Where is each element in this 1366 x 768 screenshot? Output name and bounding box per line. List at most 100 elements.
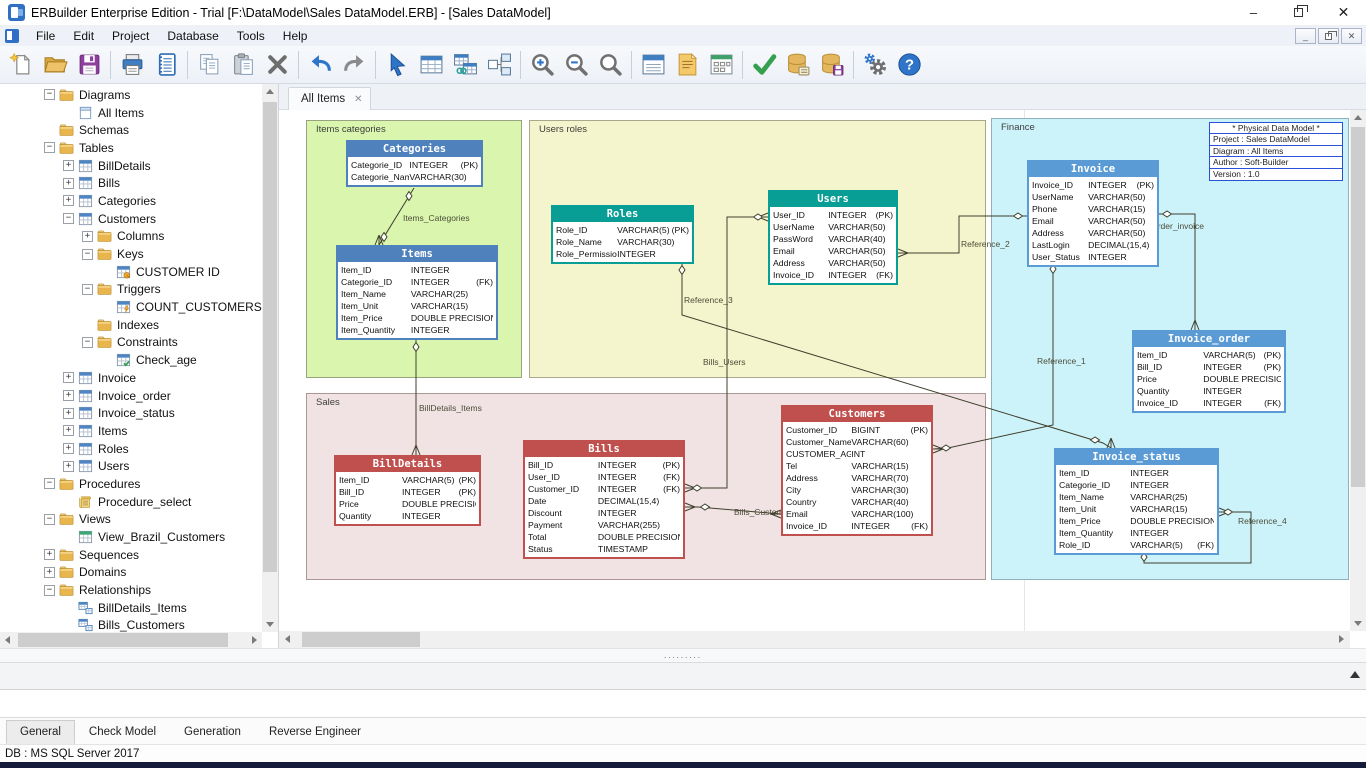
mdi-restore-button[interactable] bbox=[1318, 28, 1339, 44]
collapse-icon[interactable]: − bbox=[44, 142, 55, 153]
mdi-minimize-button[interactable]: _ bbox=[1295, 28, 1316, 44]
tree-item-billdetails[interactable]: +BillDetails bbox=[0, 157, 262, 175]
tree-item-invoice-order[interactable]: +Invoice_order bbox=[0, 387, 262, 405]
tree-item-all-items[interactable]: All Items bbox=[0, 104, 262, 122]
tree-item-triggers[interactable]: −Triggers bbox=[0, 281, 262, 299]
mdi-close-button[interactable]: ✕ bbox=[1341, 28, 1362, 44]
open-project-button[interactable] bbox=[38, 48, 72, 82]
properties-panel-button[interactable] bbox=[636, 48, 670, 82]
entity-roles[interactable]: RolesRole_IDVARCHAR(5)(PK)Role_NameVARCH… bbox=[551, 205, 694, 264]
entity-bills[interactable]: BillsBill_IDINTEGER(PK)User_IDINTEGER(FK… bbox=[523, 440, 685, 559]
tree-item-sequences[interactable]: +Sequences bbox=[0, 546, 262, 564]
copy-button[interactable] bbox=[192, 48, 226, 82]
minimize-button[interactable]: – bbox=[1231, 0, 1276, 25]
report-button[interactable] bbox=[149, 48, 183, 82]
collapse-icon[interactable]: − bbox=[44, 89, 55, 100]
zoom-in-button[interactable] bbox=[525, 48, 559, 82]
tree-item-keys[interactable]: −Keys bbox=[0, 245, 262, 263]
connection-bills-users[interactable] bbox=[685, 217, 768, 488]
tab-close-icon[interactable]: ✕ bbox=[354, 94, 362, 105]
connection-reference-1[interactable] bbox=[933, 260, 1053, 449]
tree-item-invoice-status[interactable]: +Invoice_status bbox=[0, 404, 262, 422]
tree-item-procedure-select[interactable]: Procedure_select bbox=[0, 493, 262, 511]
tree-item-diagrams[interactable]: −Diagrams bbox=[0, 86, 262, 104]
redo-button[interactable] bbox=[337, 48, 371, 82]
collapse-icon[interactable]: − bbox=[82, 337, 93, 348]
tree-vertical-scrollbar[interactable] bbox=[262, 84, 278, 632]
collapse-icon[interactable]: − bbox=[44, 585, 55, 596]
tree-item-billdetails-items[interactable]: BillDetails_Items bbox=[0, 599, 262, 617]
collapse-icon[interactable]: − bbox=[82, 249, 93, 260]
tree-item-domains[interactable]: +Domains bbox=[0, 564, 262, 582]
collapse-icon[interactable]: − bbox=[44, 478, 55, 489]
tree-horizontal-scrollbar[interactable] bbox=[0, 632, 262, 648]
entity-items[interactable]: ItemsItem_IDINTEGERCategorie_IDINTEGER(F… bbox=[336, 245, 498, 340]
tab-reverse-engineer[interactable]: Reverse Engineer bbox=[255, 720, 375, 744]
print-button[interactable] bbox=[115, 48, 149, 82]
save-database-button[interactable] bbox=[815, 48, 849, 82]
expand-icon[interactable]: + bbox=[63, 461, 74, 472]
save-button[interactable] bbox=[72, 48, 106, 82]
expand-panel-button[interactable] bbox=[1350, 671, 1360, 678]
expand-icon[interactable]: + bbox=[63, 372, 74, 383]
expand-icon[interactable]: + bbox=[82, 231, 93, 242]
panel-splitter[interactable]: ......... bbox=[0, 648, 1366, 662]
canvas-vscroll-thumb[interactable] bbox=[1351, 127, 1365, 487]
expand-icon[interactable]: + bbox=[44, 567, 55, 578]
expand-icon[interactable]: + bbox=[63, 408, 74, 419]
model-info-box[interactable]: * Physical Data Model *Project : Sales D… bbox=[1209, 122, 1343, 181]
help-button[interactable]: ? bbox=[892, 48, 926, 82]
entity-invoice-status[interactable]: Invoice_statusItem_IDINTEGERCategorie_ID… bbox=[1054, 448, 1219, 555]
entity-customers[interactable]: CustomersCustomer_IDBIGINT(PK)Customer_N… bbox=[781, 405, 933, 536]
diagram-canvas[interactable]: Items_CategoriesBillDetails_ItemsBills_U… bbox=[279, 110, 1350, 631]
expand-icon[interactable]: + bbox=[63, 160, 74, 171]
collapse-icon[interactable]: − bbox=[63, 213, 74, 224]
entity-categories[interactable]: CategoriesCategorie_IDINTEGER(PK)Categor… bbox=[346, 140, 483, 187]
table-relationship-button[interactable] bbox=[448, 48, 482, 82]
tree-item-constraints[interactable]: −Constraints bbox=[0, 334, 262, 352]
entity-invoice[interactable]: InvoiceInvoice_IDINTEGER(PK)UserNameVARC… bbox=[1027, 160, 1159, 267]
menu-help[interactable]: Help bbox=[274, 27, 317, 45]
tree-item-invoice[interactable]: +Invoice bbox=[0, 369, 262, 387]
tab-general[interactable]: General bbox=[6, 720, 75, 744]
tab-generation[interactable]: Generation bbox=[170, 720, 255, 744]
tree-item-relationships[interactable]: −Relationships bbox=[0, 581, 262, 599]
collapse-icon[interactable]: − bbox=[44, 514, 55, 525]
close-button[interactable]: ✕ bbox=[1321, 0, 1366, 25]
tree-item-items[interactable]: +Items bbox=[0, 422, 262, 440]
entity-billdetails[interactable]: BillDetailsItem_IDVARCHAR(5)(PK)Bill_IDI… bbox=[334, 455, 481, 526]
zoom-out-button[interactable] bbox=[559, 48, 593, 82]
expand-icon[interactable]: + bbox=[63, 390, 74, 401]
connection-order-invoice[interactable] bbox=[1159, 214, 1195, 330]
expand-icon[interactable]: + bbox=[63, 195, 74, 206]
document-button[interactable] bbox=[670, 48, 704, 82]
check-model-button[interactable] bbox=[747, 48, 781, 82]
tree-item-procedures[interactable]: −Procedures bbox=[0, 475, 262, 493]
tree-item-roles[interactable]: +Roles bbox=[0, 440, 262, 458]
menu-edit[interactable]: Edit bbox=[64, 27, 103, 45]
tree-item-categories[interactable]: +Categories bbox=[0, 192, 262, 210]
tree-item-customers[interactable]: −Customers bbox=[0, 210, 262, 228]
tree-item-bills[interactable]: +Bills bbox=[0, 174, 262, 192]
menu-tools[interactable]: Tools bbox=[228, 27, 274, 45]
paste-button[interactable] bbox=[226, 48, 260, 82]
zoom-button[interactable] bbox=[593, 48, 627, 82]
new-document-button[interactable] bbox=[4, 48, 38, 82]
collapse-icon[interactable]: − bbox=[82, 284, 93, 295]
entity-invoice-order[interactable]: Invoice_orderItem_IDVARCHAR(5)(PK)Bill_I… bbox=[1132, 330, 1286, 413]
canvas-vertical-scrollbar[interactable] bbox=[1350, 110, 1366, 631]
tree-vscroll-thumb[interactable] bbox=[263, 102, 277, 572]
tree-item-customer-id[interactable]: CUSTOMER ID bbox=[0, 263, 262, 281]
tree-item-indexes[interactable]: Indexes bbox=[0, 316, 262, 334]
restore-button[interactable] bbox=[1276, 0, 1321, 25]
tree-item-schemas[interactable]: Schemas bbox=[0, 121, 262, 139]
tree-item-users[interactable]: +Users bbox=[0, 457, 262, 475]
tree-item-columns[interactable]: +Columns bbox=[0, 228, 262, 246]
tab-all-items[interactable]: All Items ✕ bbox=[288, 87, 371, 110]
expand-icon[interactable]: + bbox=[63, 443, 74, 454]
menu-database[interactable]: Database bbox=[158, 27, 227, 45]
select-pointer-button[interactable] bbox=[380, 48, 414, 82]
tree-item-bills-customers[interactable]: Bills_Customers bbox=[0, 617, 262, 632]
tree-item-views[interactable]: −Views bbox=[0, 511, 262, 529]
canvas-hscroll-thumb[interactable] bbox=[302, 632, 420, 647]
